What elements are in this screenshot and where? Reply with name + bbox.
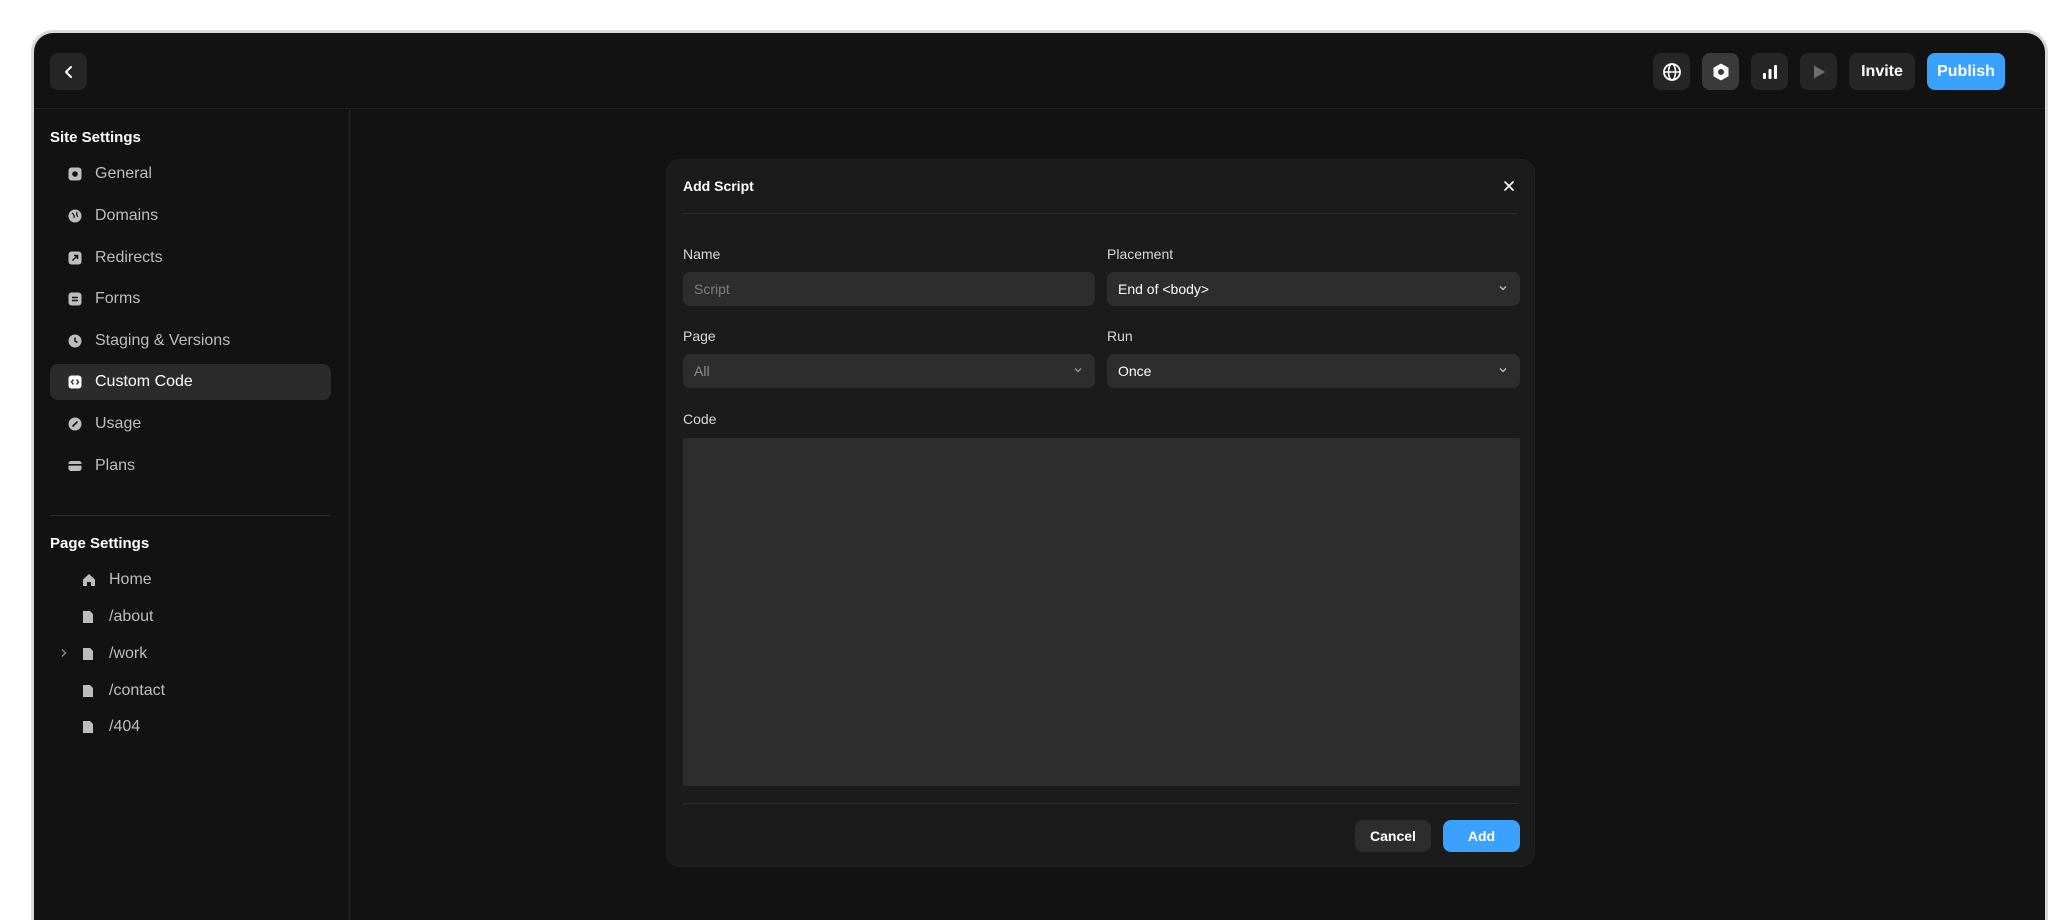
sidebar-item-forms[interactable]: Forms: [50, 281, 331, 317]
modal-footer-divider: [683, 803, 1518, 804]
sidebar-item-custom-code[interactable]: Custom Code: [50, 364, 331, 400]
page-item-contact[interactable]: /contact: [50, 676, 331, 706]
page-item-work[interactable]: /work: [50, 639, 331, 669]
code-editor[interactable]: [683, 438, 1520, 786]
sidebar-item-plans[interactable]: Plans: [50, 448, 331, 484]
analytics-button[interactable]: [1751, 53, 1788, 90]
name-label: Name: [683, 246, 721, 262]
file-icon: [82, 684, 96, 698]
top-bar: Invite Publish: [34, 33, 2045, 109]
page-item-label: /contact: [109, 682, 166, 699]
page-value: All: [694, 363, 710, 379]
play-icon: [1813, 65, 1825, 78]
sidebar-item-redirects[interactable]: Redirects: [50, 240, 331, 276]
settings-square-icon: [68, 167, 82, 181]
name-input[interactable]: [683, 272, 1095, 306]
bar-chart-icon: [1762, 64, 1777, 79]
page-label: Page: [683, 328, 716, 344]
sidebar-item-label: Usage: [95, 415, 142, 432]
globe-button[interactable]: [1653, 53, 1690, 90]
card-icon: [68, 459, 82, 473]
sidebar-divider: [50, 515, 331, 516]
clock-icon: [68, 334, 82, 348]
sidebar-item-label: Staging & Versions: [95, 332, 231, 349]
chevron-down-icon: [1499, 368, 1507, 373]
site-settings-title: Site Settings: [50, 129, 141, 146]
close-icon: [1504, 181, 1514, 191]
placement-label: Placement: [1107, 246, 1174, 262]
file-icon: [82, 720, 96, 734]
page-item-label: /work: [109, 645, 148, 662]
app-window: Invite Publish Site Settings General Dom…: [31, 30, 2048, 920]
site-settings-button[interactable]: [1702, 53, 1739, 90]
sidebar-item-label: Redirects: [95, 249, 163, 266]
sidebar-item-label: Plans: [95, 457, 136, 474]
form-icon: [68, 292, 82, 306]
code-label: Code: [683, 411, 717, 427]
run-label: Run: [1107, 328, 1133, 344]
invite-button[interactable]: Invite: [1849, 53, 1915, 90]
placement-select[interactable]: End of <body>: [1107, 272, 1520, 306]
globe-icon: [1662, 62, 1681, 81]
preview-button[interactable]: [1800, 53, 1837, 90]
sidebar-item-domains[interactable]: Domains: [50, 198, 331, 234]
globe-icon: [68, 209, 82, 223]
chevron-down-icon: [1074, 368, 1082, 373]
chevron-down-icon: [1499, 286, 1507, 291]
publish-button[interactable]: Publish: [1927, 53, 2005, 90]
settings-hex-icon: [1713, 63, 1728, 80]
sidebar-item-general[interactable]: General: [50, 156, 331, 192]
sidebar: Site Settings General Domains Redirects …: [34, 110, 350, 920]
chevron-right-icon[interactable]: [60, 647, 72, 661]
add-button[interactable]: Add: [1443, 820, 1520, 852]
modal-title: Add Script: [683, 178, 754, 194]
file-icon: [82, 610, 96, 624]
modal-header-divider: [683, 213, 1518, 214]
redirect-icon: [68, 251, 82, 265]
home-icon: [82, 573, 96, 587]
gauge-icon: [68, 417, 82, 431]
run-value: Once: [1118, 363, 1152, 379]
code-icon: [68, 375, 82, 389]
file-icon: [82, 647, 96, 661]
close-button[interactable]: [1500, 177, 1518, 195]
back-button[interactable]: [50, 53, 87, 90]
page-select[interactable]: All: [683, 354, 1095, 388]
sidebar-item-label: Forms: [95, 290, 141, 307]
run-select[interactable]: Once: [1107, 354, 1520, 388]
placement-value: End of <body>: [1118, 281, 1210, 297]
sidebar-item-staging-versions[interactable]: Staging & Versions: [50, 323, 331, 359]
add-script-modal: Add Script Name Placement End of <body> …: [666, 159, 1535, 867]
chevron-left-icon: [64, 65, 72, 78]
page-item-about[interactable]: /about: [50, 602, 331, 632]
page-item-404[interactable]: /404: [50, 712, 331, 742]
page-item-label: /about: [109, 608, 154, 625]
sidebar-item-label: Domains: [95, 207, 159, 224]
cancel-button[interactable]: Cancel: [1355, 820, 1431, 852]
page-item-label: /404: [109, 718, 141, 735]
sidebar-item-usage[interactable]: Usage: [50, 406, 331, 442]
sidebar-item-label: General: [95, 165, 152, 182]
page-item-home[interactable]: Home: [50, 565, 331, 595]
page-settings-title: Page Settings: [50, 535, 150, 552]
sidebar-item-label: Custom Code: [95, 373, 193, 390]
page-item-label: Home: [109, 571, 152, 588]
